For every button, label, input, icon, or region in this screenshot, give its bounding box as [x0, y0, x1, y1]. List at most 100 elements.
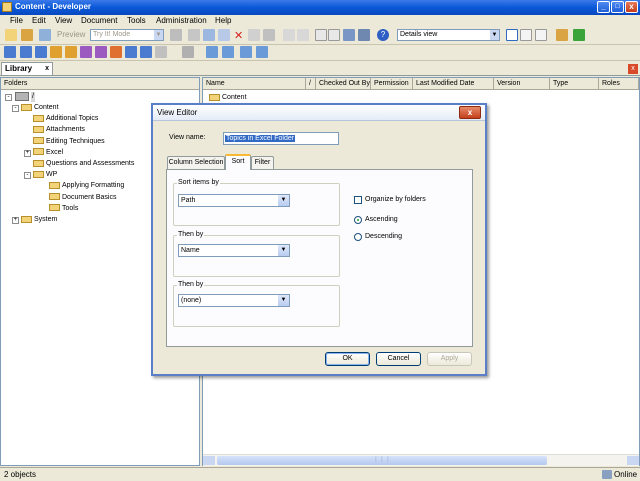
record-icon[interactable]: [140, 46, 152, 58]
status-connection: Online: [614, 470, 638, 479]
column-header-roles[interactable]: Roles: [599, 78, 639, 90]
view-name-input[interactable]: Topics in Excel Folder: [223, 132, 339, 145]
cut-icon[interactable]: [188, 29, 200, 41]
tab-library[interactable]: Library x: [1, 62, 53, 75]
topic-icon[interactable]: [35, 46, 47, 58]
undo-icon[interactable]: [283, 29, 295, 41]
tree-item[interactable]: Editing Techniques: [33, 137, 105, 147]
properties-icon[interactable]: [248, 29, 260, 41]
tree-expander[interactable]: -: [24, 172, 31, 180]
refresh-icon[interactable]: [573, 29, 585, 41]
then-by-dropdown-2[interactable]: (none) ▼: [178, 294, 290, 307]
expand-icon[interactable]: [328, 29, 340, 41]
save-icon[interactable]: [170, 29, 182, 41]
cancel-button[interactable]: Cancel: [376, 352, 421, 366]
column-header-last-modified[interactable]: Last Modified Date: [413, 78, 494, 90]
sort-items-by-dropdown[interactable]: Path ▼: [178, 194, 290, 207]
column-header-path[interactable]: /: [306, 78, 316, 90]
tab-column-selection[interactable]: Column Selection: [167, 156, 225, 169]
tree-item[interactable]: Attachments: [33, 125, 85, 135]
tree-item[interactable]: + Excel: [24, 148, 63, 158]
tree-item[interactable]: - WP: [24, 170, 57, 180]
export-icon[interactable]: [222, 46, 234, 58]
tree-item[interactable]: Document Basics: [49, 193, 116, 203]
tab-sort[interactable]: Sort: [225, 154, 251, 170]
horizontal-scrollbar[interactable]: ⋮⋮⋮: [203, 454, 639, 466]
import-icon[interactable]: [206, 46, 218, 58]
paste-icon[interactable]: [218, 29, 230, 41]
scroll-left-button[interactable]: [203, 456, 215, 465]
close-button[interactable]: x: [625, 1, 638, 13]
open-icon[interactable]: [21, 29, 33, 41]
tree-item[interactable]: + System: [12, 215, 57, 225]
link-icon[interactable]: [155, 46, 167, 58]
assessment-icon[interactable]: [110, 46, 122, 58]
tree-expander[interactable]: -: [12, 105, 19, 112]
organize-by-folders-checkbox[interactable]: [354, 196, 362, 204]
menu-view[interactable]: View: [55, 16, 72, 25]
maximize-button[interactable]: □: [611, 1, 624, 13]
folder-icon: [21, 215, 32, 223]
tree-item[interactable]: Additional Topics: [33, 114, 98, 124]
tree-expander[interactable]: +: [12, 217, 19, 224]
ascending-radio[interactable]: [354, 216, 362, 224]
preview-button[interactable]: Preview: [57, 30, 85, 39]
scroll-thumb[interactable]: ⋮⋮⋮: [217, 456, 547, 465]
minimize-button[interactable]: _: [597, 1, 610, 13]
library-tab-close-icon[interactable]: x: [45, 63, 49, 74]
list-view-icon[interactable]: [520, 29, 532, 41]
ok-button[interactable]: OK: [325, 352, 370, 366]
then-by-dropdown-1[interactable]: Name ▼: [178, 244, 290, 257]
tree-item[interactable]: Applying Formatting: [49, 181, 124, 191]
collapse-icon[interactable]: [315, 29, 327, 41]
apply-button[interactable]: Apply: [427, 352, 472, 366]
tree-item[interactable]: - Content: [12, 103, 59, 113]
menu-document[interactable]: Document: [81, 16, 117, 25]
glossary-icon[interactable]: [80, 46, 92, 58]
menu-tools[interactable]: Tools: [127, 16, 146, 25]
column-header-name[interactable]: Name: [203, 78, 306, 90]
delete-icon[interactable]: ✕: [234, 29, 243, 42]
redo-icon[interactable]: [297, 29, 309, 41]
tree-item[interactable]: Tools: [49, 204, 78, 214]
menu-edit[interactable]: Edit: [32, 16, 46, 25]
module-icon[interactable]: [4, 46, 16, 58]
folder-icon: [49, 182, 60, 190]
copy-icon[interactable]: [203, 29, 215, 41]
columns-view-icon[interactable]: [535, 29, 547, 41]
view-combo[interactable]: Details view ▼: [397, 29, 500, 41]
publish-icon[interactable]: [39, 29, 51, 41]
binoculars-icon[interactable]: [343, 29, 355, 41]
new-icon[interactable]: [5, 29, 17, 41]
folder-up-icon[interactable]: [556, 29, 568, 41]
menu-file[interactable]: File: [10, 16, 23, 25]
details-view-icon[interactable]: [506, 29, 518, 41]
check-out-icon[interactable]: [256, 46, 268, 58]
tree-expander[interactable]: -: [5, 94, 12, 101]
web-page-icon[interactable]: [65, 46, 77, 58]
dialog-close-button[interactable]: x: [459, 106, 481, 119]
mode-combo[interactable]: Try It! Mode ▼: [90, 29, 164, 41]
help-icon[interactable]: ?: [377, 29, 389, 41]
menu-administration[interactable]: Administration: [156, 16, 207, 25]
question-icon[interactable]: [125, 46, 137, 58]
section-icon[interactable]: [20, 46, 32, 58]
column-header-type[interactable]: Type: [550, 78, 599, 90]
pane-close-icon[interactable]: x: [628, 64, 638, 74]
package-icon[interactable]: [50, 46, 62, 58]
tree-expander[interactable]: +: [24, 149, 31, 157]
descending-radio[interactable]: [354, 233, 362, 241]
find-icon[interactable]: [263, 29, 275, 41]
tab-filter[interactable]: Filter: [251, 156, 274, 169]
check-in-icon[interactable]: [240, 46, 252, 58]
filter-icon[interactable]: [358, 29, 370, 41]
menu-help[interactable]: Help: [215, 16, 231, 25]
scroll-right-button[interactable]: [627, 456, 639, 465]
tree-item[interactable]: Questions and Assessments: [33, 159, 134, 169]
column-header-permission[interactable]: Permission: [371, 78, 413, 90]
column-header-version[interactable]: Version: [494, 78, 550, 90]
edit-icon[interactable]: [182, 46, 194, 58]
list-item[interactable]: Content: [209, 93, 247, 103]
column-header-checked-out-by[interactable]: Checked Out By: [316, 78, 371, 90]
role-icon[interactable]: [95, 46, 107, 58]
